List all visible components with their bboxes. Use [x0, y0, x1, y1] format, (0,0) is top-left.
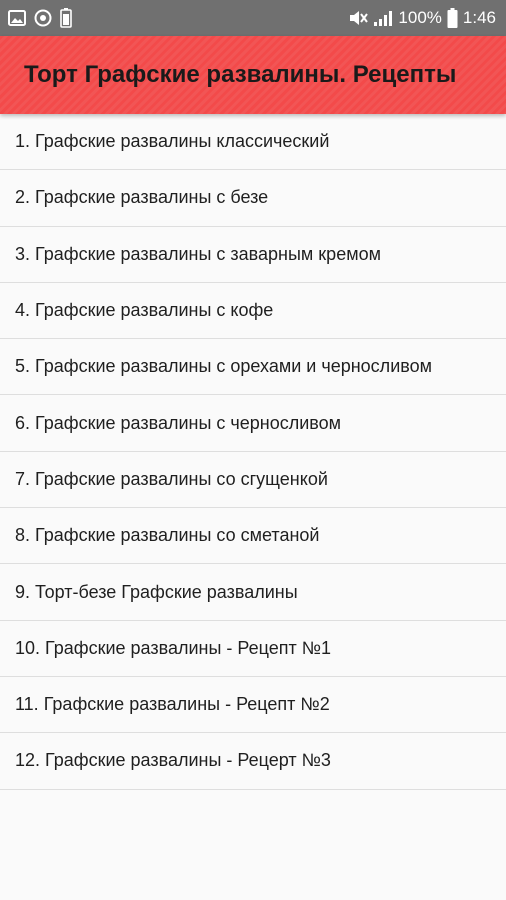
list-item[interactable]: 7. Графские развалины со сгущенкой — [0, 452, 506, 509]
battery-saver-icon — [60, 8, 72, 28]
list-item[interactable]: 3. Графские развалины с заварным кремом — [0, 227, 506, 283]
image-icon — [8, 10, 26, 26]
list-item[interactable]: 11. Графские развалины - Рецепт №2 — [0, 677, 506, 734]
status-right-icons: 100% 1:46 — [348, 8, 496, 28]
target-icon — [34, 9, 52, 27]
battery-icon — [447, 8, 458, 28]
list-item[interactable]: 9. Торт-безе Графские развалины — [0, 564, 506, 621]
list-item[interactable]: 10. Графские развалины - Рецепт №1 — [0, 621, 506, 677]
app-bar: Торт Графские развалины. Рецепты — [0, 36, 506, 114]
list-item[interactable]: 1. Графские развалины классический — [0, 114, 506, 171]
list-item[interactable]: 8. Графские развалины со сметаной — [0, 508, 506, 565]
list-item[interactable]: 2. Графские развалины с безе — [0, 170, 506, 227]
mute-icon — [348, 9, 369, 27]
clock: 1:46 — [462, 8, 496, 27]
list-item[interactable]: 5. Графские развалины с орехами и чернос… — [0, 339, 506, 396]
signal-icon — [373, 9, 393, 27]
page-title: Торт Графские развалины. Рецепты — [24, 61, 457, 88]
recipe-list: 1. Графские развалины классический 2. Гр… — [0, 114, 506, 790]
status-left-icons — [8, 8, 72, 28]
list-item[interactable]: 6. Графские развалины с черносливом — [0, 395, 506, 452]
status-bar: 100% 1:46 — [0, 0, 506, 36]
list-item[interactable]: 4. Графские развалины с кофе — [0, 283, 506, 340]
battery-percent: 100% — [398, 8, 442, 27]
list-item[interactable]: 12. Графские развалины - Рецерт №3 — [0, 733, 506, 790]
